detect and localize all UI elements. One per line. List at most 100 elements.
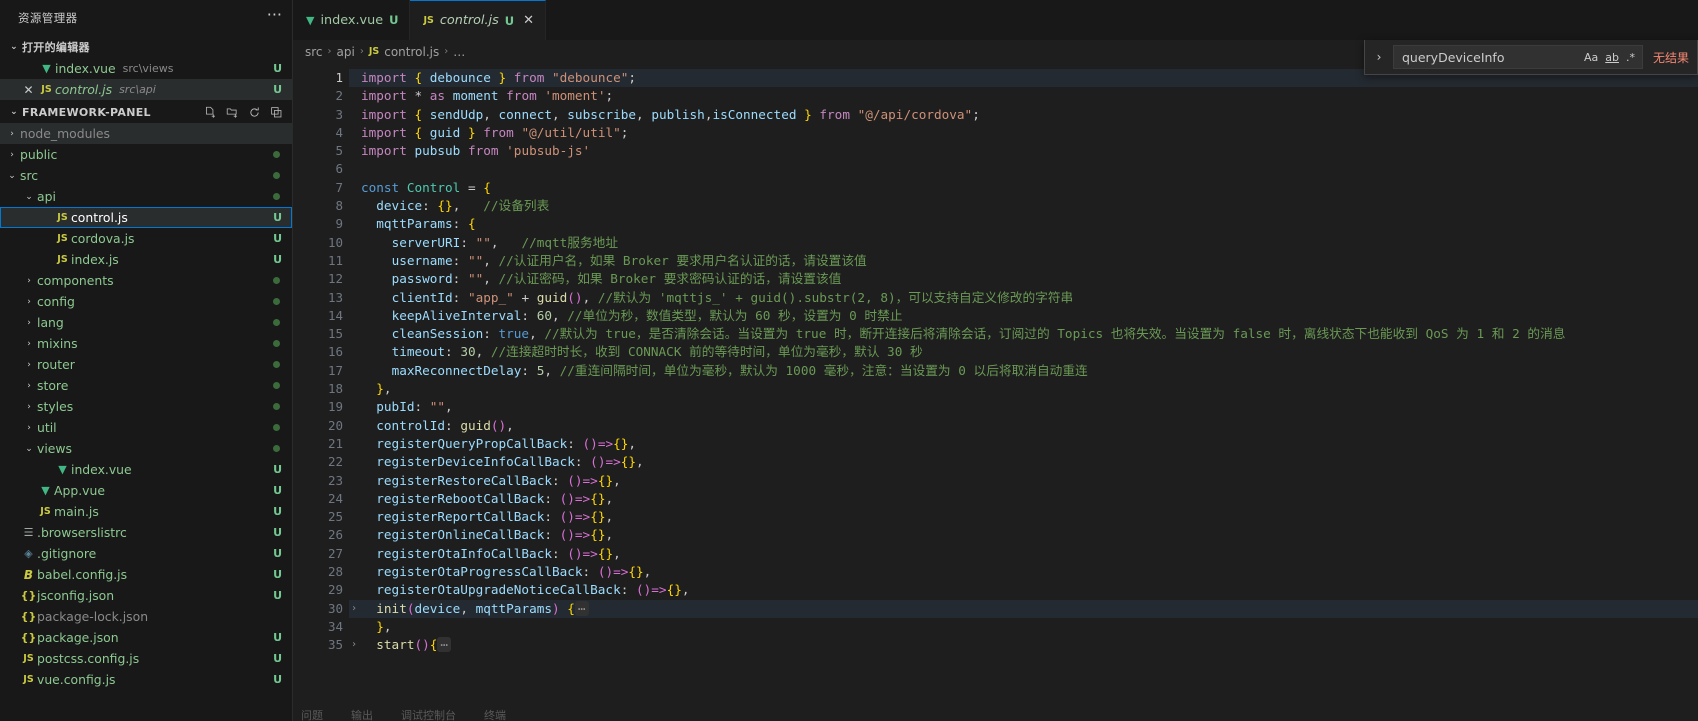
open-editor-item-control-js[interactable]: ✕ JS control.js src\api U [0, 79, 292, 100]
tree-item-package-lock-json[interactable]: {} package-lock.json [0, 606, 292, 627]
match-case-button[interactable]: Aa [1584, 52, 1598, 63]
open-editors-section-header[interactable]: ⌄ 打开的编辑器 [0, 36, 292, 58]
chevron-right-icon[interactable]: › [21, 276, 37, 286]
tree-item-util[interactable]: › util [0, 417, 292, 438]
find-input-wrapper[interactable]: queryDeviceInfo Aa ab .* [1392, 45, 1643, 69]
whole-word-button[interactable]: ab [1605, 52, 1619, 63]
code-line[interactable]: }, [361, 618, 1698, 636]
code-line[interactable]: keepAliveInterval: 60, //单位为秒，数值类型，默认为 6… [361, 307, 1698, 325]
toggle-replace-icon[interactable]: › [1371, 50, 1387, 64]
close-icon[interactable]: ✕ [19, 83, 38, 97]
breadcrumb-item-api[interactable]: api [337, 45, 355, 59]
tree-item-package-json[interactable]: {} package.json U [0, 627, 292, 648]
tree-item-babel-config-js[interactable]: Bbabel.config.js U [0, 564, 292, 585]
code-line[interactable]: mqttParams: { [361, 215, 1698, 233]
code-line[interactable]: init(device, mqttParams) {⋯ [349, 599, 1698, 618]
chevron-down-icon[interactable]: ⌄ [4, 171, 20, 181]
code-line[interactable]: registerRebootCallBack: ()=>{}, [361, 490, 1698, 508]
chevron-right-icon[interactable]: › [21, 423, 37, 433]
new-file-icon[interactable] [204, 106, 217, 119]
tree-item-components[interactable]: › components [0, 270, 292, 291]
tree-item-config[interactable]: › config [0, 291, 292, 312]
code-line[interactable]: registerOnlineCallBack: ()=>{}, [361, 526, 1698, 544]
code-line[interactable]: maxReconnectDelay: 5, //重连间隔时间，单位为毫秒，默认为… [361, 362, 1698, 380]
tree-item-node-modules[interactable]: › node_modules [0, 123, 292, 144]
code-line[interactable]: device: {}, //设备列表 [361, 197, 1698, 215]
code-content[interactable]: import { debounce } from "debounce"; impo… [349, 63, 1698, 721]
chevron-right-icon[interactable]: › [21, 339, 37, 349]
tree-item-main-js[interactable]: JS main.js U [0, 501, 292, 522]
chevron-right-icon[interactable]: › [21, 297, 37, 307]
tree-item--browserslistrc[interactable]: ☰ .browserslistrc U [0, 522, 292, 543]
tree-item-index-vue[interactable]: ▼ index.vue U [0, 459, 292, 480]
tree-item--gitignore[interactable]: ◈ .gitignore U [0, 543, 292, 564]
vue-file-icon: ▼ [58, 463, 67, 476]
code-line[interactable]: serverURI: "", //mqtt服务地址 [361, 234, 1698, 252]
code-line[interactable]: clientId: "app_" + guid(), //默认为 'mqttjs… [361, 289, 1698, 307]
code-line[interactable]: registerQueryPropCallBack: ()=>{}, [361, 435, 1698, 453]
tree-item-jsconfig-json[interactable]: {} jsconfig.json U [0, 585, 292, 606]
chevron-right-icon[interactable]: › [4, 129, 20, 139]
chevron-down-icon[interactable]: ⌄ [21, 444, 37, 454]
tree-item-app-vue[interactable]: ▼ App.vue U [0, 480, 292, 501]
code-line[interactable]: import { sendUdp, connect, subscribe, pu… [361, 106, 1698, 124]
find-input[interactable]: queryDeviceInfo [1402, 50, 1584, 65]
tab-control-js[interactable]: JS control.js U ✕ [410, 0, 547, 40]
tree-item-public[interactable]: › public [0, 144, 292, 165]
tree-item-views[interactable]: ⌄ views [0, 438, 292, 459]
tab-index-vue[interactable]: ▼ index.vue U [293, 0, 411, 40]
new-folder-icon[interactable] [226, 106, 239, 119]
explorer-more-actions-icon[interactable]: ··· [267, 7, 282, 25]
tree-item-control-js[interactable]: JS control.js U [0, 207, 292, 228]
tree-item-styles[interactable]: › styles [0, 396, 292, 417]
project-section-header[interactable]: ⌄ FRAMEWORK-PANEL [0, 101, 292, 123]
tree-item-mixins[interactable]: › mixins [0, 333, 292, 354]
code-line[interactable]: password: "", //认证密码，如果 Broker 要求密码认证的话，… [361, 270, 1698, 288]
tree-item-store[interactable]: › store [0, 375, 292, 396]
tree-item-postcss-config-js[interactable]: JS postcss.config.js U [0, 648, 292, 669]
collapse-all-icon[interactable] [270, 106, 283, 119]
code-line[interactable]: import * as moment from 'moment'; [361, 87, 1698, 105]
chevron-right-icon[interactable]: › [21, 381, 37, 391]
code-line[interactable]: registerReportCallBack: ()=>{}, [361, 508, 1698, 526]
code-line[interactable]: timeout: 30, //连接超时时长，收到 CONNACK 前的等待时间，… [361, 343, 1698, 361]
chevron-right-icon[interactable]: › [21, 360, 37, 370]
regex-button[interactable]: .* [1626, 52, 1635, 63]
code-line[interactable]: start(){⋯ [361, 636, 1698, 654]
code-line[interactable]: registerDeviceInfoCallBack: ()=>{}, [361, 453, 1698, 471]
chevron-right-icon[interactable]: › [21, 402, 37, 412]
js-icon: JS [423, 15, 434, 26]
tree-item-vue-config-js[interactable]: JS vue.config.js U [0, 669, 292, 690]
tree-item-router[interactable]: › router [0, 354, 292, 375]
code-editor[interactable]: 1 2 3 4 5 6 7 8 9 10 11 12 13 14 15 16 17 18 19 20 21 22 23 24 2… [293, 63, 1698, 721]
breadcrumb-item-src[interactable]: src [305, 45, 323, 59]
code-line[interactable]: cleanSession: true, //默认为 true，是否清除会话。当设… [361, 325, 1698, 343]
fold-chevron-icon[interactable]: › [348, 600, 360, 618]
chevron-down-icon[interactable]: ⌄ [21, 192, 37, 202]
close-icon[interactable]: ✕ [523, 13, 534, 28]
code-line[interactable]: registerOtaProgressCallBack: ()=>{}, [361, 563, 1698, 581]
code-line[interactable] [361, 160, 1698, 178]
chevron-right-icon[interactable]: › [21, 318, 37, 328]
tree-item-index-js[interactable]: JS index.js U [0, 249, 292, 270]
code-line[interactable]: registerOtaUpgradeNoticeCallBack: ()=>{}… [361, 581, 1698, 599]
code-line[interactable]: controlId: guid(), [361, 417, 1698, 435]
breadcrumb-item-file[interactable]: control.js [384, 45, 439, 59]
code-line[interactable]: import pubsub from 'pubsub-js' [361, 142, 1698, 160]
code-line[interactable]: const Control = { [361, 179, 1698, 197]
fold-chevron-icon[interactable]: › [348, 636, 360, 654]
refresh-icon[interactable] [248, 106, 261, 119]
open-editor-item-index-vue[interactable]: ▼ index.vue src\views U [0, 58, 292, 79]
code-line[interactable]: import { guid } from "@/util/util"; [361, 124, 1698, 142]
tree-item-cordova-js[interactable]: JS cordova.js U [0, 228, 292, 249]
tree-item-src[interactable]: ⌄ src [0, 165, 292, 186]
code-line[interactable]: pubId: "", [361, 398, 1698, 416]
code-line[interactable]: registerRestoreCallBack: ()=>{}, [361, 472, 1698, 490]
code-line[interactable]: }, [361, 380, 1698, 398]
code-line[interactable]: username: "", //认证用户名，如果 Broker 要求用户名认证的… [361, 252, 1698, 270]
breadcrumb-item-ellipsis[interactable]: … [453, 45, 465, 59]
code-line[interactable]: registerOtaInfoCallBack: ()=>{}, [361, 545, 1698, 563]
tree-item-api[interactable]: ⌄ api [0, 186, 292, 207]
tree-item-lang[interactable]: › lang [0, 312, 292, 333]
chevron-right-icon[interactable]: › [4, 150, 20, 160]
